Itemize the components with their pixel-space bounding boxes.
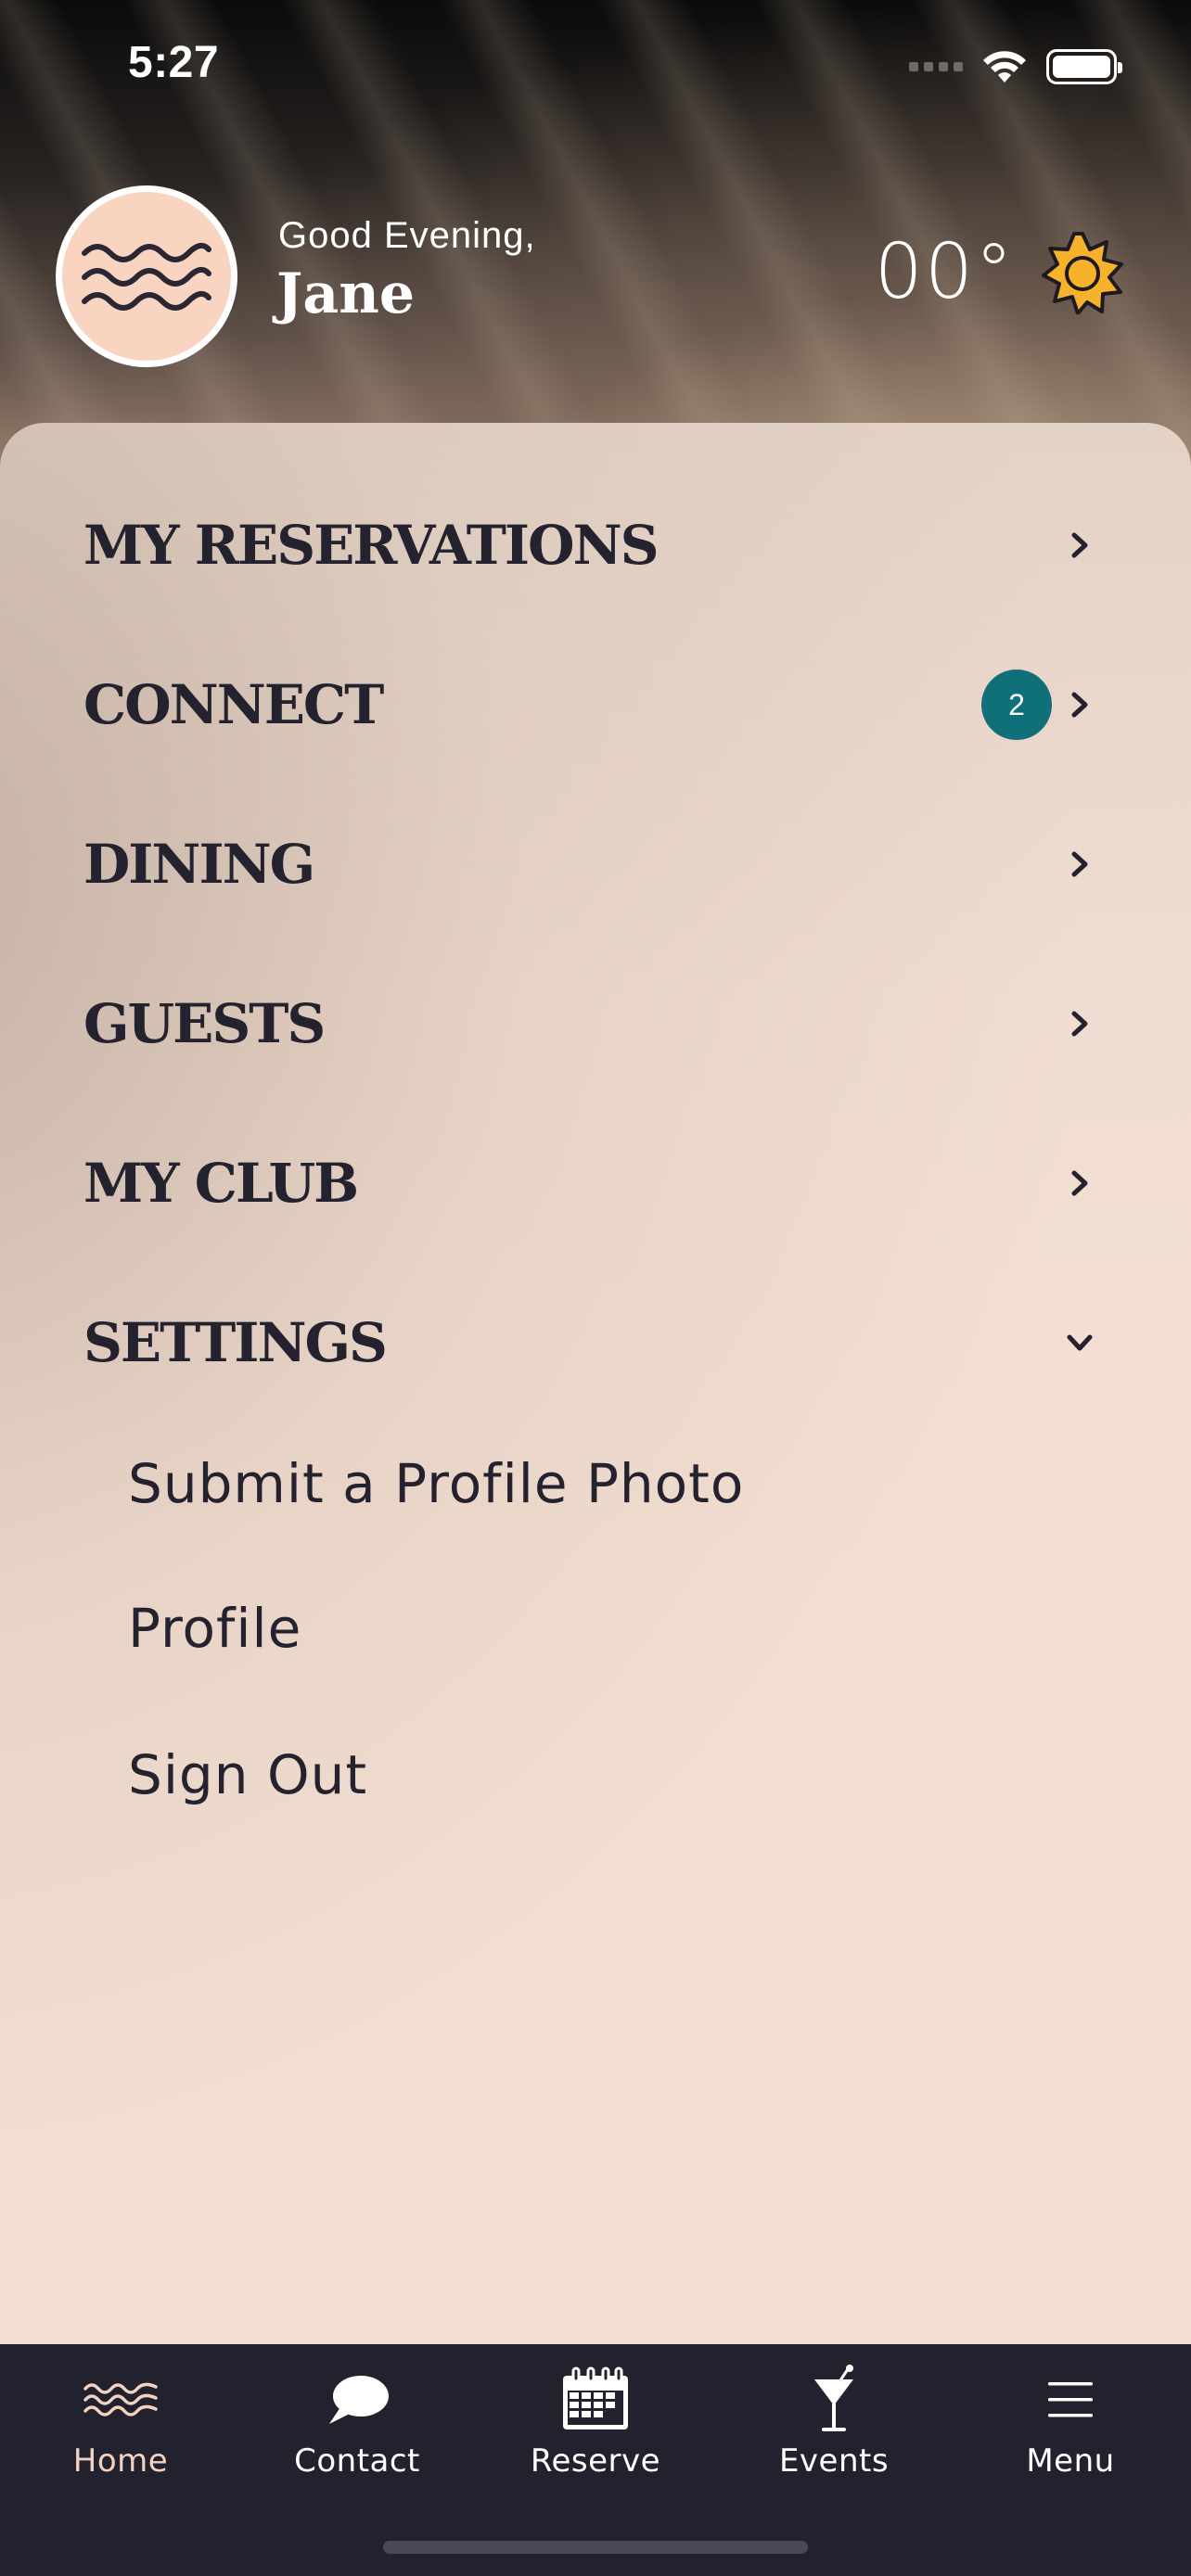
tab-reserve[interactable]: Reserve xyxy=(477,2344,714,2511)
tab-events[interactable]: Events xyxy=(715,2344,953,2511)
tab-home[interactable]: Home xyxy=(2,2344,239,2511)
tab-menu[interactable]: Menu xyxy=(952,2344,1189,2511)
status-bar: 5:27 xyxy=(0,0,1191,130)
menu-item-label: SETTINGS xyxy=(83,1311,388,1374)
home-indicator[interactable] xyxy=(383,2541,808,2554)
menu-panel: MY RESERVATIONS CONNECT 2 DINING GUESTS … xyxy=(0,423,1191,2346)
calendar-icon xyxy=(560,2365,631,2435)
submenu-item-submit-photo[interactable]: Submit a Profile Photo xyxy=(128,1452,744,1515)
tab-label: Home xyxy=(72,2442,169,2480)
menu-item-guests[interactable]: GUESTS xyxy=(0,968,1191,1079)
tab-label: Menu xyxy=(1026,2442,1115,2480)
submenu-item-sign-out[interactable]: Sign Out xyxy=(128,1743,367,1806)
menu-item-label: MY CLUB xyxy=(83,1152,359,1215)
menu-item-label: CONNECT xyxy=(83,673,384,736)
avatar[interactable] xyxy=(56,185,237,367)
waves-icon xyxy=(83,2365,158,2435)
status-icons xyxy=(909,45,1122,89)
tab-label: Reserve xyxy=(530,2442,661,2480)
submenu-item-profile[interactable]: Profile xyxy=(128,1597,301,1660)
menu-item-label: MY RESERVATIONS xyxy=(83,514,659,577)
battery-icon xyxy=(1046,49,1122,84)
chevron-right-icon xyxy=(1063,529,1096,562)
temperature: 00° xyxy=(874,228,1015,316)
tab-label: Events xyxy=(778,2442,890,2480)
greeting-block: Good Evening, Jane 00° xyxy=(0,182,1191,367)
greeting-text: Good Evening, xyxy=(278,215,536,256)
weather-widget: 00° xyxy=(875,228,1124,316)
waves-icon xyxy=(82,242,211,311)
chevron-right-icon xyxy=(1063,1007,1096,1040)
user-name: Jane xyxy=(276,261,416,326)
cocktail-icon xyxy=(811,2365,857,2435)
menu-item-label: DINING xyxy=(83,833,315,896)
menu-item-my-reservations[interactable]: MY RESERVATIONS xyxy=(0,490,1191,601)
chevron-right-icon xyxy=(1063,688,1096,721)
menu-item-my-club[interactable]: MY CLUB xyxy=(0,1128,1191,1239)
tab-contact[interactable]: Contact xyxy=(238,2344,476,2511)
menu-item-label: GUESTS xyxy=(83,992,326,1055)
notification-badge: 2 xyxy=(981,670,1052,740)
tab-label: Contact xyxy=(294,2442,420,2480)
chat-bubble-icon xyxy=(324,2365,391,2435)
hamburger-icon xyxy=(1046,2365,1095,2435)
menu-item-dining[interactable]: DINING xyxy=(0,809,1191,920)
chevron-right-icon xyxy=(1063,1167,1096,1200)
signal-icon xyxy=(909,62,963,71)
sun-icon xyxy=(1042,231,1123,314)
menu-item-connect[interactable]: CONNECT 2 xyxy=(0,649,1191,760)
menu-item-settings[interactable]: SETTINGS xyxy=(0,1287,1191,1398)
status-time: 5:27 xyxy=(128,38,220,87)
chevron-down-icon xyxy=(1063,1326,1096,1359)
chevron-right-icon xyxy=(1063,848,1096,881)
wifi-icon xyxy=(983,51,1026,83)
